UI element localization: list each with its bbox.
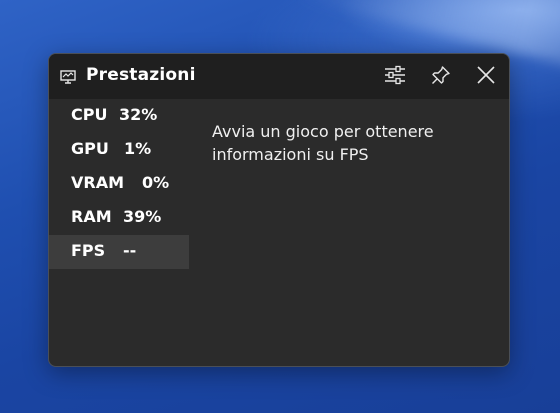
metric-vram[interactable]: VRAM 0% <box>49 167 189 201</box>
metric-ram[interactable]: RAM 39% <box>49 201 189 235</box>
metrics-list: CPU 32% GPU 1% VRAM 0% RAM 39% FPS -- <box>49 99 189 269</box>
metric-label: GPU <box>71 139 109 158</box>
settings-button[interactable] <box>382 64 408 90</box>
pin-button[interactable] <box>428 64 454 90</box>
metric-value: 0% <box>142 173 170 192</box>
metric-value: 39% <box>123 207 162 226</box>
metric-label: FPS <box>71 241 106 260</box>
metric-label: RAM <box>71 207 112 226</box>
metric-cpu[interactable]: CPU 32% <box>49 99 189 133</box>
metric-gpu[interactable]: GPU 1% <box>49 133 189 167</box>
performance-widget: Prestazioni CPU 32% GPU 1% VRAM 0% RAM 3… <box>48 53 510 367</box>
pin-icon <box>431 65 451 89</box>
metric-label: VRAM <box>71 173 125 192</box>
widget-titlebar[interactable]: Prestazioni <box>49 54 509 99</box>
metric-value: 1% <box>124 139 152 158</box>
metric-value: 32% <box>119 105 158 124</box>
close-button[interactable] <box>473 64 499 90</box>
metric-value: -- <box>123 241 137 260</box>
widget-title: Prestazioni <box>86 65 196 85</box>
metric-fps[interactable]: FPS -- <box>49 235 189 269</box>
close-icon <box>476 65 496 89</box>
metric-label: CPU <box>71 105 108 124</box>
monitor-icon <box>60 69 76 84</box>
sliders-icon <box>384 65 406 89</box>
fps-info-message: Avvia un gioco per ottenere informazioni… <box>212 122 434 164</box>
